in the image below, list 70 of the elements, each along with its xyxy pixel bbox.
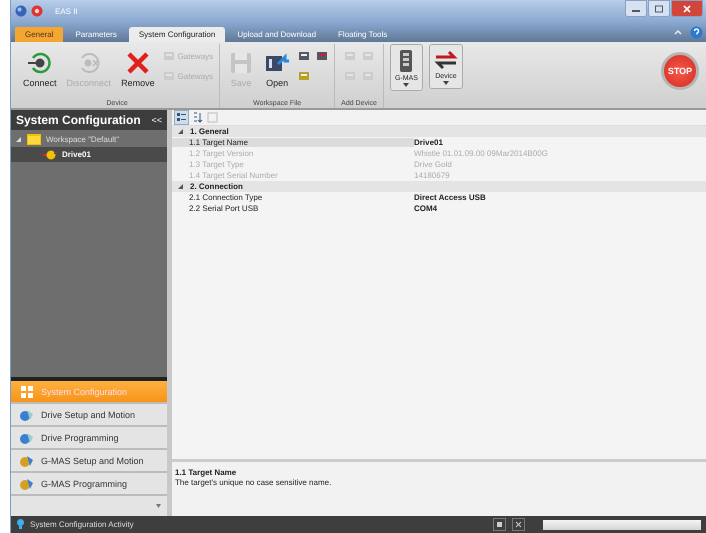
module-icon — [344, 50, 356, 62]
record-icon[interactable] — [31, 5, 43, 17]
minimize-button[interactable] — [625, 0, 647, 17]
plug-icon — [26, 50, 53, 76]
ribbon-tab[interactable]: Floating Tools — [328, 27, 398, 42]
ribbon-button[interactable]: Open — [262, 44, 292, 88]
toolbar-icon-button[interactable] — [316, 50, 328, 62]
maximize-icon — [654, 4, 664, 12]
categorized-button[interactable] — [174, 110, 189, 125]
description-title: 1.1 Target Name — [175, 468, 238, 477]
caret-icon — [403, 83, 410, 87]
stop-button[interactable]: STOP — [661, 52, 699, 90]
category-row[interactable]: 2. Connection — [172, 181, 706, 192]
caret-icon — [442, 81, 449, 85]
property-name[interactable]: 1.1 Target Name — [172, 138, 414, 147]
collapse-button[interactable]: << — [151, 115, 162, 125]
drive-icon — [43, 150, 57, 160]
property-value[interactable]: Direct Access USB — [414, 193, 486, 202]
module-icon — [316, 50, 328, 62]
collapse-ribbon-icon[interactable] — [674, 29, 682, 35]
maximize-button[interactable] — [648, 0, 670, 17]
ribbon-button[interactable]: Remove — [119, 44, 157, 88]
ribbon-button[interactable]: Connect — [21, 44, 59, 88]
navigation-item[interactable]: Drive Programming — [11, 427, 167, 450]
module-icon — [344, 70, 356, 82]
pages-icon — [207, 112, 218, 123]
grid-icon — [19, 384, 35, 398]
tree-item[interactable]: Drive01 — [11, 147, 167, 162]
description-text: The target's unique no case sensitive name. — [175, 478, 332, 487]
category-row[interactable]: 1. General — [172, 126, 706, 137]
square-icon — [495, 520, 504, 529]
navigation-item[interactable]: G-MAS Programming — [11, 473, 167, 496]
help-icon[interactable] — [690, 26, 703, 38]
status-bar-button[interactable] — [512, 518, 525, 531]
expander-icon[interactable] — [178, 128, 184, 134]
toolbar-icon-button[interactable] — [298, 50, 310, 62]
module-icon — [362, 50, 374, 62]
close-button[interactable] — [671, 0, 703, 17]
folder-icon — [27, 134, 41, 145]
ribbon-tab[interactable]: General — [15, 27, 64, 42]
sort-button[interactable] — [191, 111, 204, 124]
window-title: EAS II — [55, 6, 78, 16]
property-name[interactable]: 2.1 Connection Type — [172, 193, 414, 202]
categorized-icon — [176, 112, 187, 123]
status-text: System Configuration Activity — [30, 520, 134, 529]
module-icon — [362, 70, 374, 82]
navigation-item[interactable]: G-MAS Setup and Motion — [11, 450, 167, 473]
lightbulb-icon — [17, 519, 24, 530]
ribbon-tab[interactable]: Parameters — [65, 27, 127, 42]
cross-icon — [124, 50, 151, 76]
ribbon-tab[interactable]: System Configuration — [128, 27, 226, 42]
ribbon-tab[interactable]: Upload and Download — [227, 27, 326, 42]
property-name[interactable]: 2.2 Serial Port USB — [172, 204, 414, 213]
more-icon[interactable] — [156, 504, 161, 508]
expander-icon[interactable] — [178, 184, 184, 190]
expander-icon[interactable] — [16, 136, 22, 142]
close-icon — [514, 520, 523, 529]
sort-icon — [192, 112, 203, 123]
tree-item[interactable]: Workspace "Default" — [11, 132, 167, 147]
navigation-item[interactable]: Drive Setup and Motion — [11, 404, 167, 427]
module-icon — [162, 50, 175, 62]
property-value[interactable]: COM4 — [414, 204, 438, 213]
property-value[interactable]: Drive01 — [414, 138, 443, 147]
module-icon — [298, 50, 310, 62]
module-icon — [162, 70, 175, 82]
close-icon — [682, 4, 692, 12]
panel-title: System Configuration — [16, 113, 141, 127]
status-bar-button[interactable] — [493, 518, 506, 531]
module-icon — [298, 70, 310, 82]
globe-icon[interactable] — [15, 5, 27, 17]
